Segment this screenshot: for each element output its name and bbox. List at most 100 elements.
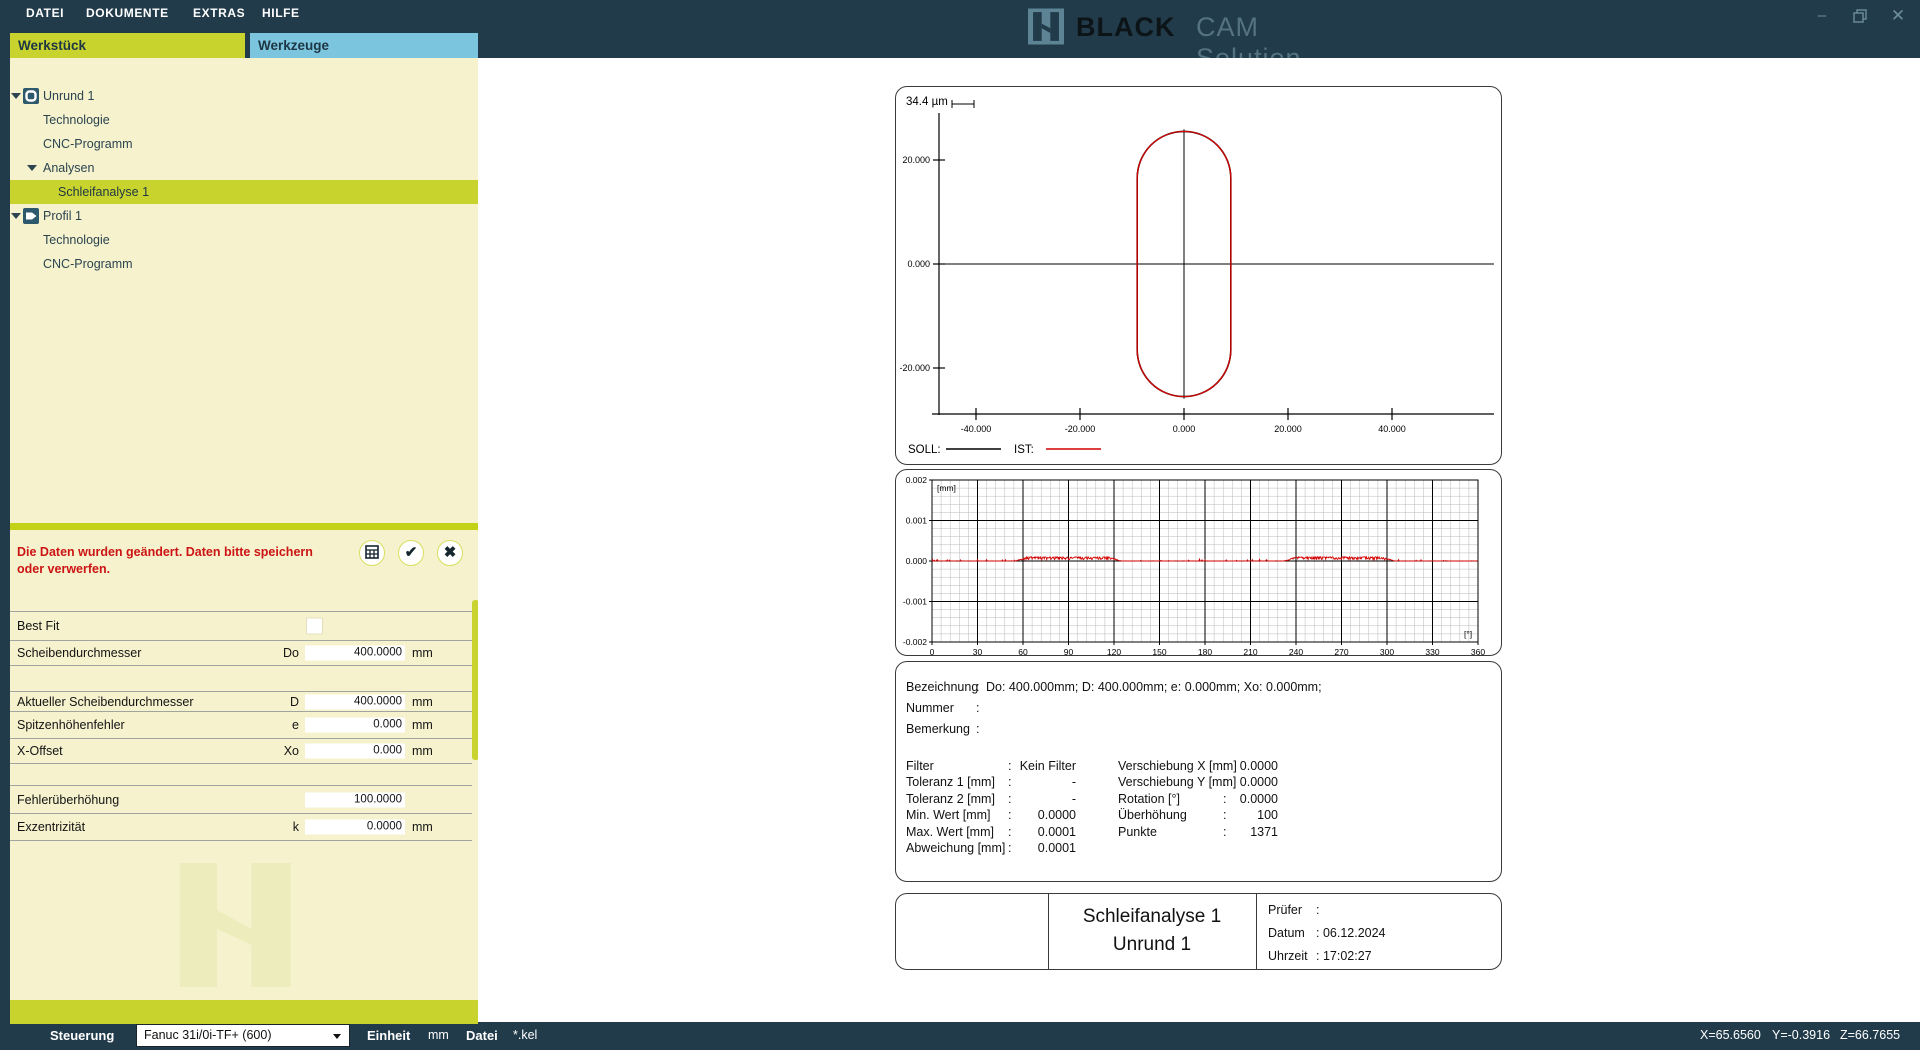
sidebar-divider: [10, 523, 478, 530]
tree-item-analysen[interactable]: Analysen: [10, 156, 478, 180]
scale-label: 34.4 µm: [906, 96, 948, 108]
info-left-value: 0.0001: [986, 841, 1076, 855]
tree-item-label: Profil 1: [43, 204, 82, 228]
app-window: DATEIDOKUMENTEEXTRASHILFE BLACK CAM Solu…: [0, 0, 1920, 1050]
form-row-fehler-berh-hung: Fehlerüberhöhung 100.0000: [10, 785, 472, 813]
menu-item-dokumente[interactable]: DOKUMENTE: [86, 6, 169, 20]
calculate-button[interactable]: [359, 540, 385, 566]
footer-divider-2: [1256, 894, 1257, 969]
form-row-x-offset: X-OffsetXo0.000mm: [10, 738, 472, 763]
footer-meta-colon: :: [1316, 949, 1323, 963]
scale-bar-icon: [952, 100, 974, 108]
x-tick-label: 20.000: [1274, 424, 1302, 434]
field-value-input[interactable]: 100.0000: [305, 792, 405, 807]
field-value-input[interactable]: 400.0000: [305, 694, 405, 709]
field-symbol: D: [290, 695, 299, 709]
best-fit-checkbox[interactable]: [306, 618, 323, 635]
tree-item-technologie[interactable]: Technologie: [10, 228, 478, 252]
dev-x-tick-label: 180: [1198, 647, 1212, 655]
sidebar-bottom-strip: [10, 1000, 478, 1024]
footer-meta-value: 06.12.2024: [1323, 926, 1386, 940]
info-header-value: Do: 400.000mm; D: 400.000mm; e: 0.000mm;…: [986, 680, 1322, 694]
minimize-icon[interactable]: –: [1812, 6, 1832, 26]
field-unit: mm: [412, 718, 433, 732]
deviation-chart-panel: 03060901201501802102402703003303600.0020…: [895, 469, 1502, 656]
info-left-label: Max. Wert [mm]: [906, 825, 994, 839]
field-value-input[interactable]: 0.000: [305, 744, 405, 759]
legend-soll-label: SOLL:: [908, 444, 941, 456]
tab-werkzeuge[interactable]: Werkzeuge: [250, 33, 478, 58]
dev-y-tick-label: 0.000: [906, 556, 928, 566]
unsaved-changes-warning: Die Daten wurden geändert. Daten bitte s…: [10, 530, 478, 598]
field-label: Best Fit: [17, 619, 59, 633]
info-right-value: 0.0000: [1188, 775, 1278, 789]
chevron-down-icon[interactable]: [27, 165, 37, 171]
field-value-input[interactable]: 0.0000: [305, 820, 405, 835]
dev-x-tick-label: 300: [1380, 647, 1394, 655]
restore-icon[interactable]: [1850, 6, 1870, 26]
dev-y-tick-label: -0.002: [903, 637, 927, 647]
tree-item-cnc-programm[interactable]: CNC-Programm: [10, 132, 478, 156]
chevron-down-icon[interactable]: [11, 93, 21, 99]
footer-meta-row: Prüfer:: [1268, 903, 1319, 917]
dev-y-unit-label: [mm]: [937, 483, 956, 493]
profile-icon: [23, 208, 39, 224]
tree-item-schleifanalyse-1[interactable]: Schleifanalyse 1: [10, 180, 478, 204]
tree-item-unrund-1[interactable]: Unrund 1: [10, 84, 478, 108]
close-icon[interactable]: ✕: [1888, 6, 1908, 26]
discard-button[interactable]: ✖: [437, 540, 463, 566]
menu-item-hilfe[interactable]: HILFE: [262, 6, 300, 20]
dev-x-tick-label: 240: [1289, 647, 1303, 655]
chevron-down-icon[interactable]: [11, 213, 21, 219]
footer-meta-label: Datum: [1268, 926, 1316, 940]
menu-item-extras[interactable]: EXTRAS: [193, 6, 245, 20]
tree-item-technologie[interactable]: Technologie: [10, 108, 478, 132]
info-right-value: 0.0000: [1188, 759, 1278, 773]
status-bar: Steuerung Fanuc 31i/0i-TF+ (600) Einheit…: [0, 1022, 1920, 1050]
menu-item-datei[interactable]: DATEI: [26, 6, 64, 20]
dev-x-tick-label: 60: [1018, 647, 1028, 655]
tree-item-cnc-programm[interactable]: CNC-Programm: [10, 252, 478, 276]
einheit-label: Einheit: [367, 1028, 410, 1043]
info-header-label: Bemerkung: [906, 722, 970, 736]
form-row-scheibendurchmesser: ScheibendurchmesserDo400.0000mm: [10, 640, 472, 665]
footer-meta-value: 17:02:27: [1323, 949, 1372, 963]
field-unit: mm: [412, 695, 433, 709]
dev-y-tick-label: 0.002: [906, 475, 928, 485]
footer-meta-colon: :: [1316, 926, 1323, 940]
tree-item-label: Technologie: [43, 228, 110, 252]
form-row-aktueller-scheibendurchmesser: Aktueller Scheibendurchmesser D 400.0000 mm: [10, 691, 472, 711]
field-unit: mm: [412, 820, 433, 834]
warning-text-line1: Die Daten wurden geändert. Daten bitte s…: [17, 545, 313, 559]
dev-x-unit-label: [°]: [1464, 629, 1472, 639]
chevron-down-icon: [333, 1034, 341, 1039]
field-value-input[interactable]: 0.000: [305, 718, 405, 733]
dev-y-tick-label: 0.001: [906, 516, 928, 526]
tab-werkstueck[interactable]: Werkstück: [10, 33, 245, 58]
field-symbol: Xo: [284, 744, 299, 758]
save-confirm-button[interactable]: ✔: [398, 540, 424, 566]
x-tick-label: -20.000: [1065, 424, 1096, 434]
field-value-input[interactable]: 400.0000: [305, 646, 405, 661]
info-header-colon: :: [976, 680, 979, 694]
field-label: Scheibendurchmesser: [17, 646, 141, 660]
info-right-label: Punkte: [1118, 825, 1157, 839]
report-footer-panel: Schleifanalyse 1 Unrund 1 Prüfer: Datum:…: [895, 893, 1502, 970]
info-left-label: Min. Wert [mm]: [906, 808, 991, 822]
tree-item-profil-1[interactable]: Profil 1: [10, 204, 478, 228]
controller-select[interactable]: Fanuc 31i/0i-TF+ (600): [137, 1025, 349, 1046]
footer-meta-label: Prüfer: [1268, 903, 1316, 917]
tree-item-label: CNC-Programm: [43, 252, 133, 276]
dev-x-tick-label: 0: [930, 647, 935, 655]
brand-name-bold: BLACK: [1076, 12, 1176, 43]
dev-x-tick-label: 270: [1334, 647, 1348, 655]
footer-meta-label: Uhrzeit: [1268, 949, 1316, 963]
field-label: Fehlerüberhöhung: [17, 793, 119, 807]
field-label: Aktueller Scheibendurchmesser: [17, 695, 193, 709]
dev-x-tick-label: 210: [1243, 647, 1257, 655]
field-label: X-Offset: [17, 744, 63, 758]
report-title: Schleifanalyse 1: [1048, 906, 1256, 928]
field-label: Spitzenhöhenfehler: [17, 718, 125, 732]
info-left-value: 0.0001: [986, 825, 1076, 839]
form-row-best-fit: Best Fit: [10, 611, 472, 640]
